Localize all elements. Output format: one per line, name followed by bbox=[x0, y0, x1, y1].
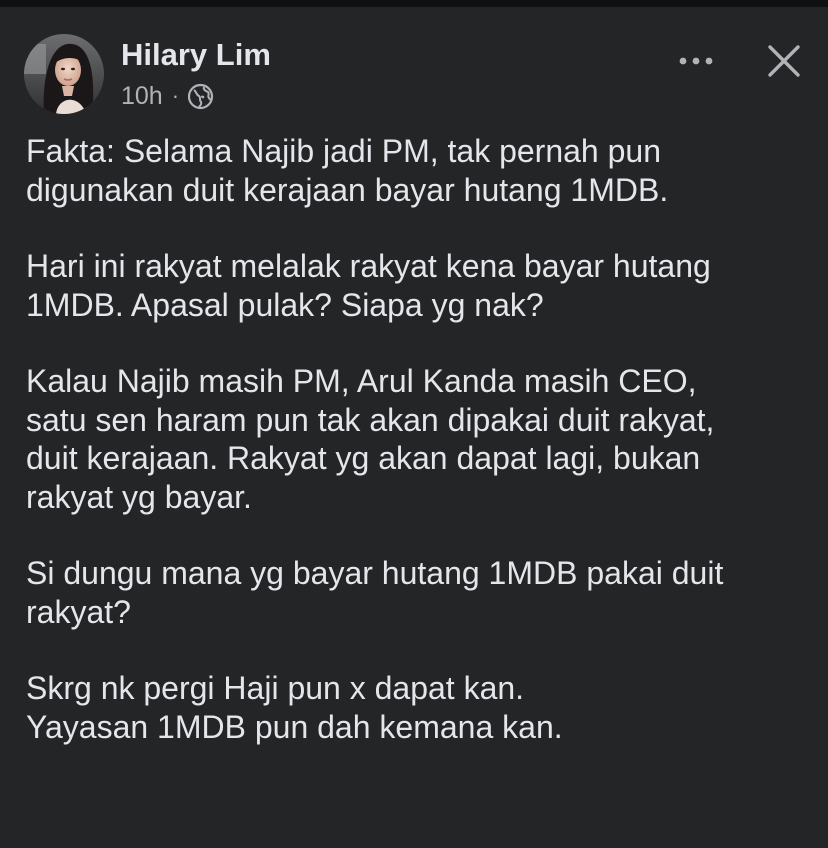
post-paragraph: Skrg nk pergi Haji pun x dapat kan. Yaya… bbox=[26, 670, 563, 745]
post-header: Hilary Lim 10h · bbox=[0, 7, 828, 117]
post-paragraph: Hari ini rakyat melalak rakyat kena baya… bbox=[26, 248, 711, 323]
top-divider bbox=[0, 0, 828, 7]
post-timestamp[interactable]: 10h bbox=[121, 82, 163, 111]
globe-icon[interactable] bbox=[187, 83, 214, 110]
meta-separator: · bbox=[171, 83, 180, 108]
facebook-post: Hilary Lim 10h · Fakta: Selama Najib jad… bbox=[0, 7, 828, 848]
post-body: Fakta: Selama Najib jadi PM, tak pernah … bbox=[26, 132, 816, 784]
profile-photo bbox=[24, 34, 104, 114]
post-paragraph: Fakta: Selama Najib jadi PM, tak pernah … bbox=[26, 133, 669, 208]
author-name[interactable]: Hilary Lim bbox=[121, 37, 271, 73]
more-horizontal-icon bbox=[679, 57, 713, 65]
post-paragraph: Si dungu mana yg bayar hutang 1MDB pakai… bbox=[26, 555, 724, 630]
avatar[interactable] bbox=[24, 34, 104, 114]
close-button[interactable] bbox=[758, 35, 810, 87]
post-paragraph: Kalau Najib masih PM, Arul Kanda masih C… bbox=[26, 363, 715, 515]
close-icon bbox=[768, 45, 800, 77]
more-options-button[interactable] bbox=[668, 41, 724, 81]
post-meta: 10h · bbox=[121, 81, 214, 111]
